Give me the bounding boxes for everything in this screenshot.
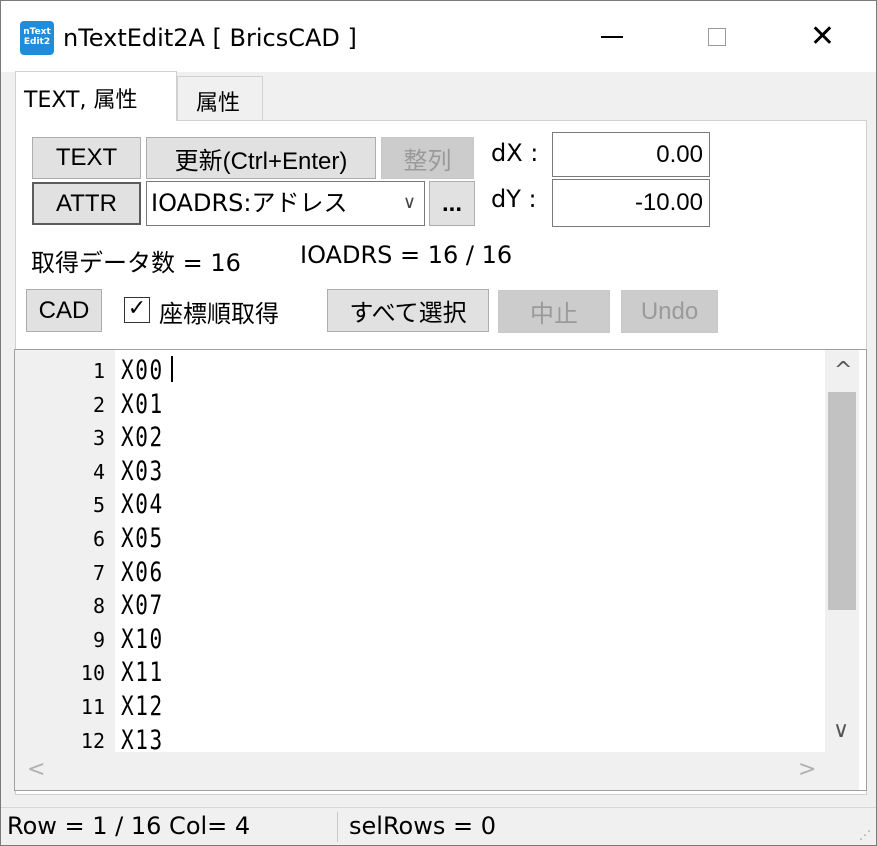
minimize-icon — [600, 35, 623, 38]
scroll-up-icon[interactable]: ^ — [834, 358, 852, 383]
attr-button[interactable]: ATTR — [32, 182, 141, 225]
editor-line[interactable]: 6 X05 — [15, 522, 825, 556]
status-divider — [337, 812, 338, 842]
sort-by-coordinate-label[interactable]: 座標順取得 — [159, 294, 279, 329]
title-bar: nText Edit2 nTextEdit2A [ BricsCAD ] ✕ — [1, 1, 876, 72]
status-selection: selRows = 0 — [349, 812, 496, 840]
update-button[interactable]: 更新(Ctrl+Enter) — [146, 137, 376, 179]
line-number: 3 — [92, 426, 105, 451]
line-text[interactable]: X12 — [121, 690, 164, 724]
minimize-button[interactable] — [559, 1, 664, 72]
maximize-button[interactable] — [664, 1, 769, 72]
line-number: 11 — [80, 695, 105, 719]
tab-attributes[interactable]: 属性 — [177, 76, 263, 121]
line-number: 2 — [92, 392, 105, 417]
scroll-left-icon[interactable]: < — [27, 757, 45, 782]
line-text[interactable]: X06 — [121, 556, 164, 590]
dy-field[interactable] — [552, 179, 710, 227]
sort-by-coordinate-checkbox[interactable]: ✓ — [124, 297, 150, 323]
align-button[interactable]: 整列 — [381, 137, 474, 179]
status-position: Row = 1 / 16 Col= 4 — [7, 812, 251, 840]
line-text[interactable]: X10 — [121, 623, 164, 657]
app-icon: nText Edit2 — [20, 21, 54, 55]
chevron-down-icon: ∨ — [402, 192, 416, 213]
editor-line[interactable]: 1 X00 — [15, 354, 825, 388]
line-text[interactable]: X11 — [121, 656, 164, 690]
scrollbar-corner — [825, 752, 859, 790]
select-all-button[interactable]: すべて選択 — [327, 289, 489, 332]
editor-line[interactable]: 11 X12 — [15, 690, 825, 724]
checkmark-icon: ✓ — [127, 296, 147, 321]
line-number: 1 — [92, 359, 105, 383]
more-button[interactable]: ... — [429, 181, 475, 226]
app-window: nText Edit2 nTextEdit2A [ BricsCAD ] ✕ T… — [0, 0, 877, 846]
vertical-scroll-thumb[interactable] — [828, 392, 856, 610]
editor-line[interactable]: 4 X03 — [15, 455, 825, 489]
resize-grip-icon[interactable]: ⋰ — [859, 828, 871, 842]
close-icon: ✕ — [809, 19, 836, 54]
undo-button[interactable]: Undo — [621, 290, 718, 333]
dx-field[interactable] — [552, 132, 710, 177]
editor-line[interactable]: 5 X04 — [15, 488, 825, 522]
text-caret — [171, 356, 173, 382]
cad-button[interactable]: CAD — [26, 289, 102, 332]
editor-line[interactable]: 10 X11 — [15, 656, 825, 690]
ioadrs-count-label: IOADRS = 16 / 16 — [300, 241, 513, 269]
text-button[interactable]: TEXT — [32, 137, 141, 179]
editor-line[interactable]: 7 X06 — [15, 556, 825, 590]
maximize-icon — [707, 27, 726, 46]
line-text[interactable]: X02 — [121, 421, 164, 455]
attribute-select[interactable]: IOADRS:アドレス ∨ — [146, 181, 425, 226]
text-editor[interactable]: 1 X00 2 X01 3 X02 4 X03 5 X04 6 X05 7 X06 8 X07 9 X10 10 X1… — [14, 349, 867, 791]
line-text[interactable]: X04 — [121, 488, 164, 522]
vertical-scrollbar[interactable]: ^ ∨ — [825, 350, 859, 752]
line-number: 5 — [92, 493, 105, 518]
status-bar: Row = 1 / 16 Col= 4 selRows = 0 ⋰ — [1, 807, 876, 845]
line-number: 7 — [92, 560, 105, 585]
line-number: 8 — [92, 594, 105, 619]
scroll-right-icon[interactable]: > — [798, 757, 816, 782]
editor-line[interactable]: 9 X10 — [15, 623, 825, 657]
line-number: 6 — [92, 527, 105, 551]
horizontal-scrollbar[interactable]: < > — [15, 752, 825, 790]
line-text[interactable]: X05 — [121, 522, 164, 556]
line-text[interactable]: X07 — [121, 589, 164, 623]
editor-line[interactable]: 3 X02 — [15, 421, 825, 455]
line-number: 10 — [80, 661, 105, 686]
scroll-down-icon[interactable]: ∨ — [833, 718, 849, 743]
attribute-select-value: IOADRS:アドレス — [151, 189, 348, 217]
line-text[interactable]: X00 — [121, 354, 164, 388]
dx-label: dX : — [491, 139, 539, 167]
line-number: 9 — [92, 627, 105, 652]
close-button[interactable]: ✕ — [770, 1, 875, 72]
window-title: nTextEdit2A [ BricsCAD ] — [63, 24, 357, 52]
stop-button[interactable]: 中止 — [498, 290, 610, 333]
tab-text-attributes[interactable]: TEXT, 属性 — [15, 71, 177, 121]
line-text[interactable]: X01 — [121, 388, 164, 422]
dy-label: dY : — [491, 185, 537, 213]
editor-line[interactable]: 2 X01 — [15, 388, 825, 422]
editor-line[interactable]: 8 X07 — [15, 589, 825, 623]
line-text[interactable]: X03 — [121, 455, 164, 489]
line-number: 4 — [92, 459, 105, 484]
data-count-label: 取得データ数 = 16 — [31, 249, 241, 277]
